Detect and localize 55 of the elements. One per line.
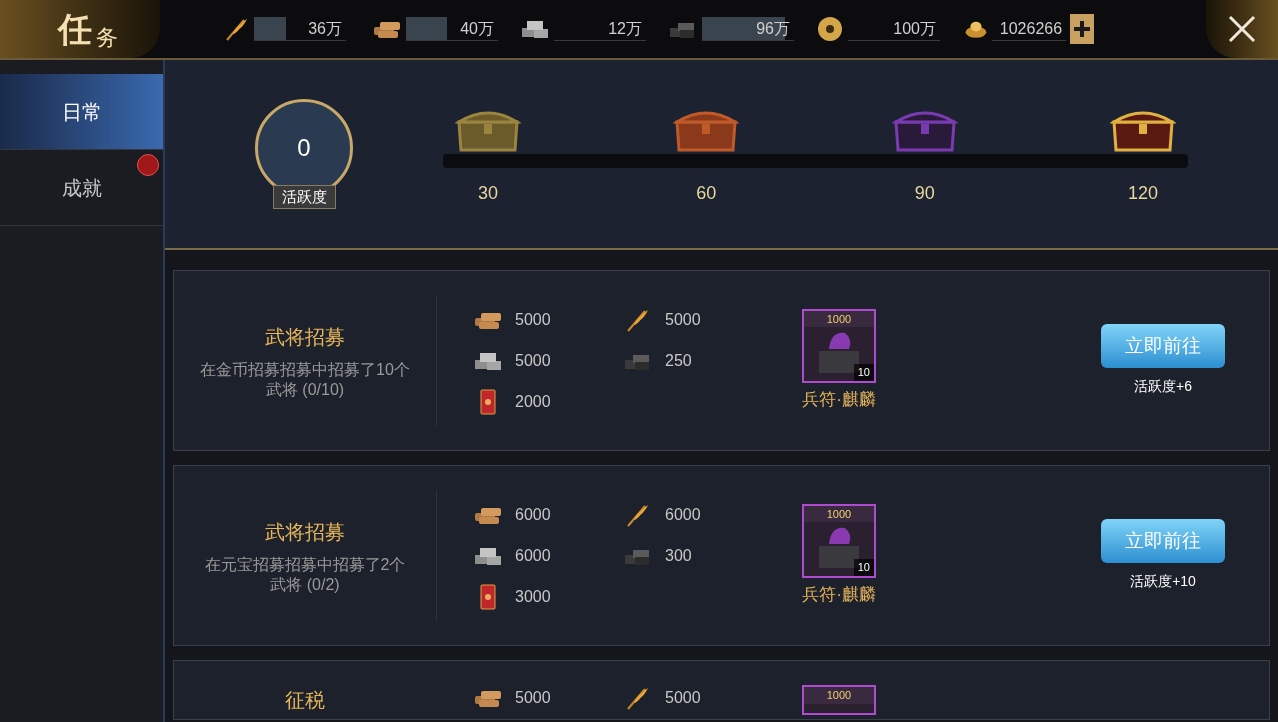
- item-value: 1000: [804, 310, 874, 328]
- close-icon: [1227, 14, 1257, 44]
- resource-value: 36万: [308, 18, 342, 39]
- sidebar-tab[interactable]: 成就: [0, 150, 163, 226]
- chest-threshold: 120: [1126, 181, 1159, 205]
- resource-value: 40万: [460, 18, 494, 39]
- reward-amount: 5000: [515, 350, 551, 371]
- item-slot[interactable]: 1000 10: [802, 503, 876, 578]
- resource-value: 12万: [608, 18, 642, 39]
- task-title: 征税: [285, 688, 325, 713]
- chest-threshold: 30: [477, 181, 499, 205]
- item-slot[interactable]: 1000: [802, 685, 876, 715]
- resource-value: 100万: [893, 18, 936, 39]
- reward-amount: 6000: [515, 504, 551, 525]
- item-slot[interactable]: 1000 10: [802, 308, 876, 383]
- window-title: 务: [96, 23, 118, 52]
- window-title: 任: [58, 7, 92, 51]
- item-value: 1000: [804, 505, 874, 523]
- reward-amount: 300: [665, 545, 692, 566]
- reward-amount: 250: [665, 350, 692, 371]
- item-count: 10: [853, 559, 874, 576]
- stone-bricks-icon: [520, 18, 550, 40]
- reward-amount: 5000: [665, 309, 701, 330]
- item-name: 兵符·麒麟: [802, 583, 876, 606]
- close-button[interactable]: [1206, 0, 1278, 58]
- plus-icon: [1073, 20, 1092, 38]
- activity-label: 活跃度: [272, 184, 336, 210]
- talisman-card-icon: [479, 583, 497, 610]
- reward-amount: 5000: [665, 688, 701, 708]
- sidebar-tab[interactable]: 日常: [0, 74, 163, 150]
- reward-amount: 2000: [515, 391, 551, 412]
- task-description: 在元宝招募招募中招募了2个武将 (0/2): [203, 554, 407, 595]
- resource-value: 1026266: [999, 18, 1063, 39]
- reward-amount: 5000: [515, 688, 551, 708]
- reward-amount: 5000: [515, 309, 551, 330]
- reward-amount: 6000: [665, 504, 701, 525]
- reward-amount: 3000: [515, 586, 551, 607]
- activity-points: 活跃度+10: [1129, 572, 1197, 591]
- wheat-icon: [625, 685, 651, 711]
- task-title: 武将招募: [265, 519, 345, 545]
- chest-threshold: 60: [695, 181, 718, 205]
- talisman-card-icon: [479, 388, 497, 415]
- item-name: 兵符·麒麟: [802, 388, 876, 411]
- reward-amount: 6000: [515, 545, 551, 566]
- task-title: 武将招募: [265, 324, 345, 350]
- add-button[interactable]: [1070, 14, 1094, 44]
- item-count: 10: [853, 364, 874, 381]
- wheat-icon: [224, 16, 250, 42]
- task-description: 在金币招募招募中招募了10个武将 (0/10): [199, 359, 411, 400]
- coin-icon: [816, 15, 844, 43]
- chest-threshold: 90: [913, 181, 936, 205]
- resource-value: 96万: [756, 18, 790, 39]
- activity-points: 活跃度+6: [1133, 377, 1193, 396]
- activity-score: 0: [297, 132, 311, 163]
- item-value: 1000: [804, 687, 874, 704]
